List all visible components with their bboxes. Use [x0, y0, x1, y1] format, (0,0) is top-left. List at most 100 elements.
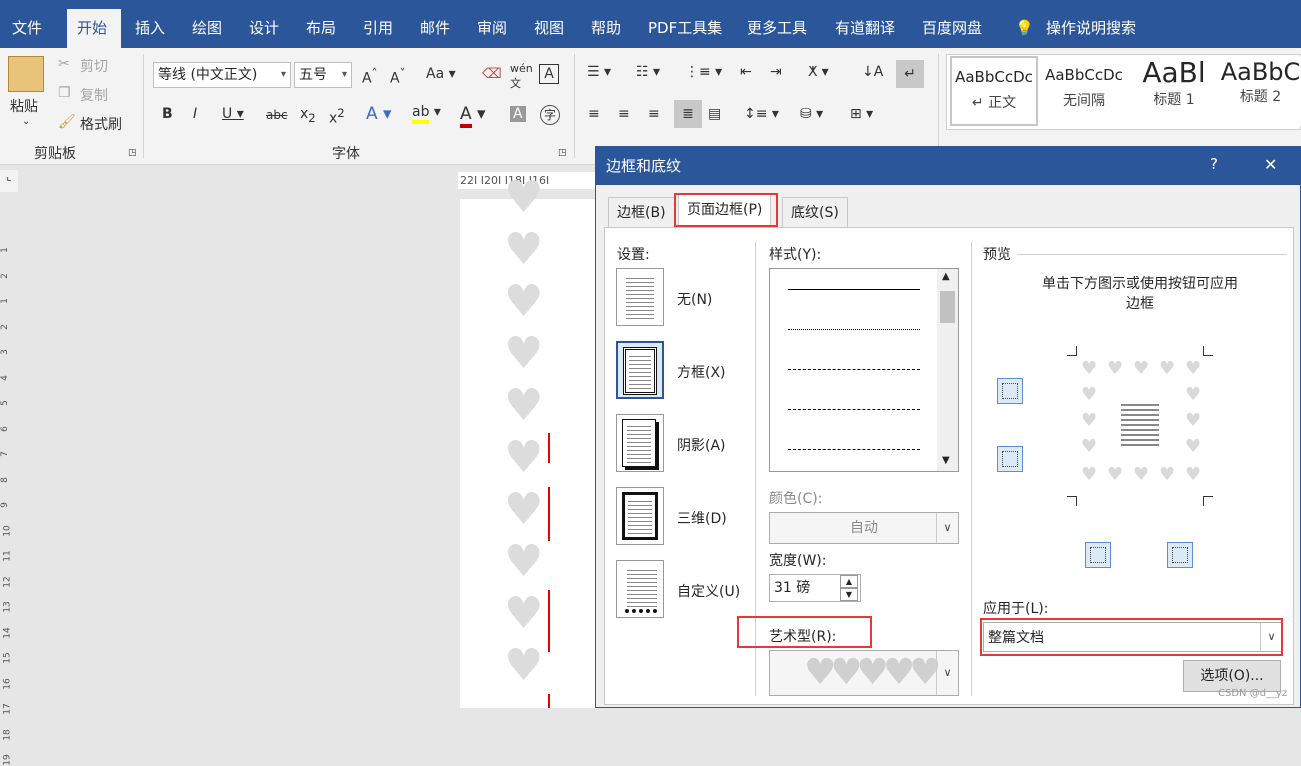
numbering-icon[interactable]: ☷ ▾ — [636, 64, 660, 80]
format-painter-button[interactable]: 格式刷 — [80, 114, 122, 134]
tab-layout[interactable]: 布局 — [296, 9, 346, 48]
tab-mailings[interactable]: 邮件 — [410, 9, 460, 48]
shading-icon[interactable]: ⛁ ▾ — [800, 106, 823, 122]
cut-button[interactable]: 剪切 — [80, 56, 108, 76]
highlight-icon[interactable]: ab ▾ — [412, 104, 441, 124]
italic-icon[interactable]: I — [193, 106, 197, 122]
setting-box-label[interactable]: 方框(X) — [677, 362, 726, 382]
char-shading-icon[interactable]: A — [510, 106, 526, 122]
shrink-font-icon[interactable]: A˅ — [390, 66, 405, 87]
font-name-combo[interactable]: 等线 (中文正文) ▾ — [153, 62, 291, 88]
style-heading-1[interactable]: AaBl 标题 1 — [1130, 56, 1218, 126]
scissors-icon[interactable]: ✂ — [58, 56, 70, 72]
style-dash[interactable] — [788, 409, 920, 410]
font-color-icon[interactable]: A ▾ — [460, 104, 486, 128]
help-button[interactable]: ? — [1210, 155, 1218, 173]
style-scrollbar[interactable]: ▲ ▼ — [937, 269, 958, 471]
chevron-down-icon[interactable]: ⌄ — [22, 116, 30, 127]
increase-indent-icon[interactable]: ⇥ — [770, 64, 782, 80]
tab-home[interactable]: 开始 — [67, 9, 121, 48]
style-dash-dot[interactable] — [788, 449, 920, 450]
style-heading-2[interactable]: AaBbC 标题 2 — [1220, 56, 1301, 126]
tab-baidu[interactable]: 百度网盘 — [912, 9, 992, 48]
line-spacing-icon[interactable]: ↕≡ ▾ — [744, 106, 779, 122]
tab-design[interactable]: 设计 — [239, 9, 289, 48]
tab-help[interactable]: 帮助 — [581, 9, 631, 48]
spin-up-icon[interactable]: ▲ — [840, 575, 858, 588]
setting-none-thumb[interactable] — [616, 268, 664, 326]
bullets-icon[interactable]: ☰ ▾ — [587, 64, 611, 80]
align-center-icon[interactable]: ≡ — [618, 106, 630, 122]
justify-icon[interactable]: ≣ — [674, 100, 702, 128]
style-listbox[interactable]: ▲ ▼ — [769, 268, 959, 472]
change-case-icon[interactable]: Aa ▾ — [426, 66, 456, 82]
scroll-thumb[interactable] — [940, 291, 955, 323]
width-spinner[interactable]: 31 磅 ▲ ▼ — [769, 574, 861, 602]
setting-custom-thumb[interactable] — [616, 560, 664, 618]
distributed-icon[interactable]: ▤ — [708, 106, 721, 122]
dialog-launcher-icon[interactable]: ◳ — [128, 148, 137, 158]
paste-button[interactable]: 粘贴 — [10, 96, 38, 116]
tab-review[interactable]: 审阅 — [467, 9, 517, 48]
scroll-up-icon[interactable]: ▲ — [942, 271, 950, 282]
sort-icon[interactable]: ↓A — [862, 64, 883, 80]
setting-box-thumb[interactable] — [616, 341, 664, 399]
underline-icon[interactable]: U ▾ — [222, 106, 244, 122]
style-small-dash[interactable] — [788, 369, 920, 370]
show-marks-icon[interactable]: ↵ — [896, 60, 924, 88]
tab-youdao[interactable]: 有道翻译 — [825, 9, 905, 48]
setting-3d-thumb[interactable] — [616, 487, 664, 545]
subscript-icon[interactable]: x2 — [300, 106, 316, 125]
tab-draw[interactable]: 绘图 — [182, 9, 232, 48]
tab-insert[interactable]: 插入 — [125, 9, 175, 48]
setting-none-label[interactable]: 无(N) — [677, 289, 712, 309]
close-button[interactable]: ✕ — [1264, 155, 1277, 174]
multilevel-list-icon[interactable]: ⋮≡ ▾ — [685, 64, 722, 80]
style-no-spacing[interactable]: AaBbCcDc 无间隔 — [1040, 56, 1128, 126]
tab-pdf-tools[interactable]: PDF工具集 — [638, 9, 732, 48]
char-border-icon[interactable]: A — [539, 64, 559, 84]
text-effects-icon[interactable]: A ▾ — [366, 104, 392, 124]
clipboard-icon[interactable] — [8, 56, 44, 92]
borders-icon[interactable]: ⊞ ▾ — [850, 106, 873, 122]
asian-layout-icon[interactable]: ⵅ ▾ — [808, 64, 829, 80]
color-combo[interactable]: 自动 ∨ — [769, 512, 959, 544]
scroll-down-icon[interactable]: ▼ — [942, 455, 950, 466]
tab-view[interactable]: 视图 — [524, 9, 574, 48]
tab-shading[interactable]: 底纹(S) — [782, 197, 848, 227]
tab-references[interactable]: 引用 — [353, 9, 403, 48]
grow-font-icon[interactable]: A˄ — [362, 66, 377, 87]
setting-custom-label[interactable]: 自定义(U) — [677, 581, 740, 601]
copy-icon[interactable]: ❐ — [58, 85, 71, 101]
phonetic-guide-icon[interactable]: wén 文 — [510, 62, 533, 91]
strikethrough-icon[interactable]: abc — [266, 108, 288, 122]
enclose-char-icon[interactable]: 字 — [540, 105, 560, 125]
setting-shadow-label[interactable]: 阴影(A) — [677, 435, 726, 455]
art-combo[interactable]: ♥♥♥♥♥ ∨ — [769, 650, 959, 696]
style-dotted[interactable] — [788, 329, 920, 330]
align-right-icon[interactable]: ≡ — [648, 106, 660, 122]
left-border-button[interactable] — [1085, 542, 1111, 568]
top-border-button[interactable] — [997, 378, 1023, 404]
right-border-button[interactable] — [1167, 542, 1193, 568]
preview-page[interactable]: ♥ ♥ ♥ ♥ ♥ ♥ ♥ ♥ ♥ ♥ ♥ ♥ ♥ ♥ ♥ ♥ — [1067, 346, 1213, 506]
tab-file[interactable]: 文件 — [2, 9, 52, 48]
style-normal[interactable]: AaBbCcDc ↵ 正文 — [950, 56, 1038, 126]
bold-icon[interactable]: B — [162, 106, 173, 122]
decrease-indent-icon[interactable]: ⇤ — [740, 64, 752, 80]
spin-down-icon[interactable]: ▼ — [840, 588, 858, 601]
search-tell-me[interactable]: 操作说明搜索 — [1036, 9, 1146, 48]
superscript-icon[interactable]: x2 — [329, 106, 345, 127]
setting-shadow-thumb[interactable] — [616, 414, 664, 472]
font-size-combo[interactable]: 五号 ▾ — [294, 62, 352, 88]
clear-format-icon[interactable]: ⌫ — [482, 66, 502, 82]
copy-button[interactable]: 复制 — [80, 85, 108, 105]
tab-borders[interactable]: 边框(B) — [608, 197, 675, 227]
style-solid[interactable] — [788, 289, 920, 290]
dialog-launcher-icon[interactable]: ◳ — [558, 148, 567, 158]
tab-more-tools[interactable]: 更多工具 — [737, 9, 817, 48]
tab-selector-icon[interactable]: ⌞ — [0, 170, 18, 192]
bottom-border-button[interactable] — [997, 446, 1023, 472]
align-left-icon[interactable]: ≡ — [588, 106, 600, 122]
brush-icon[interactable]: 🖌 — [58, 114, 76, 130]
